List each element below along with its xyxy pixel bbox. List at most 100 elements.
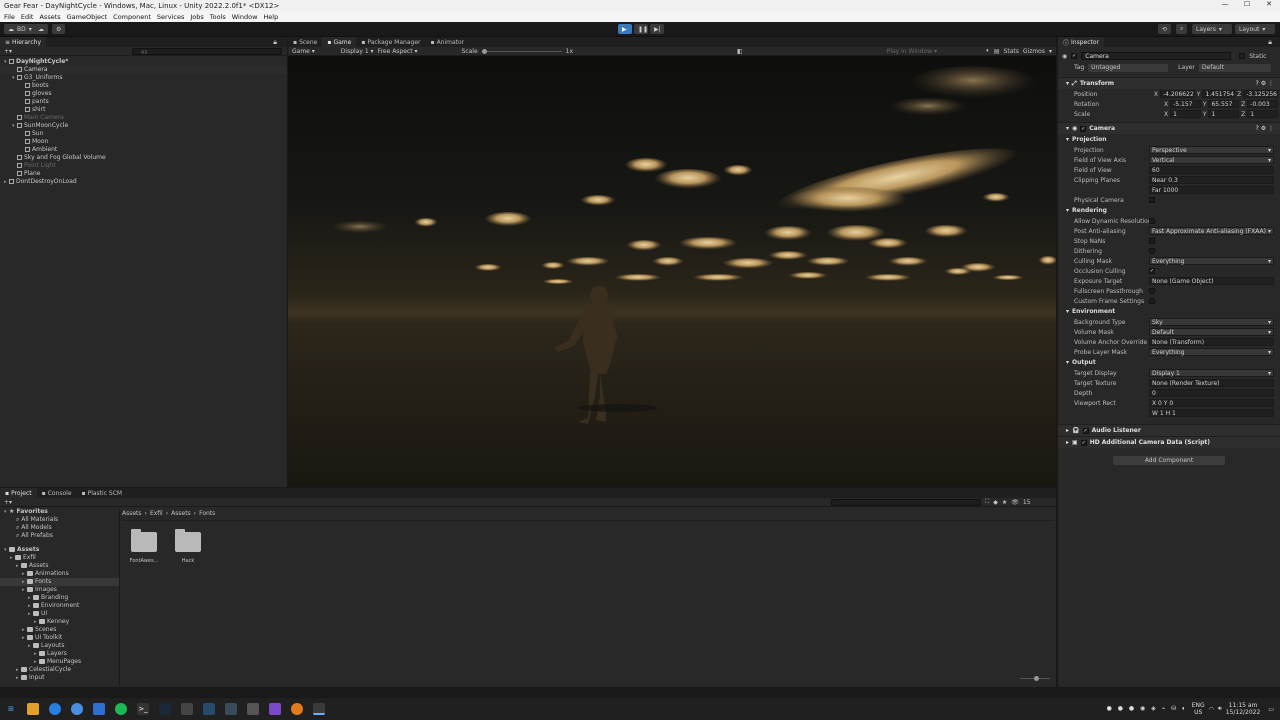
favorite-item[interactable]: ⌕ All Prefabs <box>0 532 119 540</box>
hierarchy-item[interactable]: ▾ G3_Uniforms <box>0 74 287 82</box>
chevron-down-icon[interactable]: ▾ <box>1049 48 1052 55</box>
tray-icons[interactable]: ● ● ● ◉ ◈ ⌁ ⛁ 🔈︎ <box>1107 705 1188 713</box>
transform-header[interactable]: ▾ ⤢ Transform ? ⚙ ⋮ <box>1058 77 1280 89</box>
rendering-checkbox[interactable] <box>1149 248 1155 254</box>
transform-y-field[interactable]: 1 <box>1208 110 1240 118</box>
photo-icon[interactable] <box>203 703 215 715</box>
eye-icon[interactable]: 👁︎ <box>1011 499 1019 506</box>
tab-console[interactable]: ▪ Console <box>37 488 77 498</box>
menu-item-component[interactable]: Component <box>113 13 151 21</box>
hierarchy-item[interactable]: Point Light <box>0 162 287 170</box>
breadcrumb-item[interactable]: Fonts <box>199 510 215 517</box>
menu-item-window[interactable]: Window <box>232 13 258 21</box>
menu-item-services[interactable]: Services <box>157 13 184 21</box>
audio-listener-header[interactable]: ▸ 🎧︎ ✓ Audio Listener <box>1058 424 1280 436</box>
menu-item-jobs[interactable]: Jobs <box>190 13 203 21</box>
blender-icon[interactable] <box>291 703 303 715</box>
project-search-input[interactable] <box>831 498 982 506</box>
tab-plastic-scm[interactable]: ▪ Plastic SCM <box>77 488 128 498</box>
assets-header[interactable]: ▾ Assets <box>0 546 119 554</box>
audio-enabled-checkbox[interactable]: ✓ <box>1082 427 1089 434</box>
output-value-field[interactable]: W 1 H 1 <box>1149 409 1274 417</box>
step-button[interactable]: ▶| <box>650 24 664 34</box>
play-in-window-dropdown[interactable]: Play in Window ▾ <box>887 48 937 55</box>
scale-slider-handle[interactable] <box>481 48 487 54</box>
project-folder-item[interactable]: ▸ Layers <box>0 650 119 658</box>
lock-icon[interactable]: 🔒︎ <box>273 38 277 47</box>
rendering-checkbox[interactable]: ✓ <box>1149 268 1155 274</box>
layer-dropdown[interactable]: Default <box>1198 63 1271 72</box>
transform-y-field[interactable]: 65.557 <box>1208 100 1240 108</box>
tab-package-manager[interactable]: ▪ Package Manager <box>356 37 425 47</box>
projection-value-field[interactable]: Vertical ▾ <box>1149 156 1274 164</box>
project-folder-item[interactable]: ▸ Layouts <box>0 642 119 650</box>
icon-size-slider[interactable] <box>1020 676 1050 681</box>
rendering-checkbox[interactable] <box>1149 218 1155 224</box>
layers-dropdown[interactable]: Layers ▾ <box>1192 24 1232 34</box>
hierarchy-item[interactable]: ▾ SunMoonCycle <box>0 122 287 130</box>
rendering-value-field[interactable]: Everything ▾ <box>1149 257 1274 265</box>
folder-tile[interactable]: Hack <box>172 529 204 564</box>
transform-x-field[interactable]: -4.206622 <box>1159 90 1195 98</box>
transform-z-field[interactable]: 1 <box>1247 110 1278 118</box>
hierarchy-item[interactable]: ▾ DayNightCycle* <box>0 58 287 66</box>
project-folder-item[interactable]: ▸ Environment <box>0 602 119 610</box>
history-button[interactable]: ⟲ <box>1158 24 1172 34</box>
breadcrumb-item[interactable]: Exfil <box>150 510 163 517</box>
mail-icon[interactable] <box>93 703 105 715</box>
tab-game[interactable]: ▪ Game <box>322 37 357 47</box>
menu-item-tools[interactable]: Tools <box>210 13 226 21</box>
pause-button[interactable]: ❚❚ <box>634 24 648 34</box>
environment-section[interactable]: ▾ Environment <box>1058 306 1280 317</box>
breadcrumb-item[interactable]: Assets <box>171 510 191 517</box>
tab-project[interactable]: ▪ Project <box>0 488 37 498</box>
project-folder-item[interactable]: ▸ Scenes <box>0 626 119 634</box>
menu-item-assets[interactable]: Assets <box>39 13 60 21</box>
project-folder-item[interactable]: ▸ Kenney <box>0 618 119 626</box>
menu-item-edit[interactable]: Edit <box>21 13 34 21</box>
icon-size-handle[interactable] <box>1034 676 1039 681</box>
search-button[interactable]: ⌕ <box>1176 24 1188 34</box>
add-icon[interactable]: +▾ <box>4 48 12 55</box>
output-value-field[interactable]: 0 <box>1149 389 1274 397</box>
hd-enabled-checkbox[interactable]: ✓ <box>1080 439 1087 446</box>
add-component-button[interactable]: Add Component <box>1113 456 1225 465</box>
output-value-field[interactable]: Display 1 ▾ <box>1149 369 1274 377</box>
hierarchy-item[interactable]: Camera <box>0 66 287 74</box>
hierarchy-item[interactable]: Sky and Fog Global Volume <box>0 154 287 162</box>
transform-z-field[interactable]: -3.125256 <box>1243 90 1278 98</box>
windows-start-icon[interactable]: ⊞ <box>5 703 17 715</box>
play-button[interactable]: ▶ <box>618 24 632 34</box>
mute-icon[interactable]: ◧ <box>737 48 743 55</box>
favorite-item[interactable]: ⌕ All Models <box>0 524 119 532</box>
game-viewport[interactable] <box>288 56 1056 486</box>
project-folder-item[interactable]: ▸ Fonts <box>0 578 119 586</box>
environment-value-field[interactable]: Sky ▾ <box>1149 318 1274 326</box>
display-dropdown[interactable]: Display 1 ▾ <box>341 48 374 55</box>
steam-icon[interactable] <box>159 703 171 715</box>
project-folder-item[interactable]: ▸ CelestialCycle <box>0 666 119 674</box>
project-folder-item[interactable]: ▸ Input <box>0 674 119 682</box>
close-button[interactable]: ✕ <box>1258 0 1280 11</box>
services-button[interactable]: ⚙ <box>52 24 66 34</box>
file-explorer-icon[interactable] <box>27 703 39 715</box>
star-icon[interactable]: ★ <box>1002 499 1007 506</box>
tab-hierarchy[interactable]: ≡ Hierarchy <box>0 37 47 47</box>
project-folder-item[interactable]: ▸ Branding <box>0 594 119 602</box>
rendering-section[interactable]: ▾ Rendering <box>1058 205 1280 216</box>
project-folder-item[interactable]: ▸ Assets <box>0 562 119 570</box>
game-icon[interactable] <box>313 703 325 715</box>
output-value-field[interactable]: None (Render Texture) <box>1149 379 1274 387</box>
project-folder-item[interactable]: ▸ Images <box>0 586 119 594</box>
tag-dropdown[interactable]: Untagged <box>1088 63 1169 72</box>
language-indicator[interactable]: ENG US <box>1192 702 1205 716</box>
hierarchy-search-input[interactable]: All <box>132 47 283 56</box>
projection-value-field[interactable]: 60 <box>1149 166 1274 174</box>
hierarchy-item[interactable]: boots <box>0 82 287 90</box>
aspect-dropdown[interactable]: Free Aspect ▾ <box>378 48 418 55</box>
favorite-item[interactable]: ⌕ All Materials <box>0 516 119 524</box>
hierarchy-item[interactable]: Plane <box>0 170 287 178</box>
maximize-button[interactable]: ☐ <box>1236 0 1258 11</box>
project-folder-item[interactable]: ▸ MenuPages <box>0 658 119 666</box>
messenger-icon[interactable] <box>71 703 83 715</box>
